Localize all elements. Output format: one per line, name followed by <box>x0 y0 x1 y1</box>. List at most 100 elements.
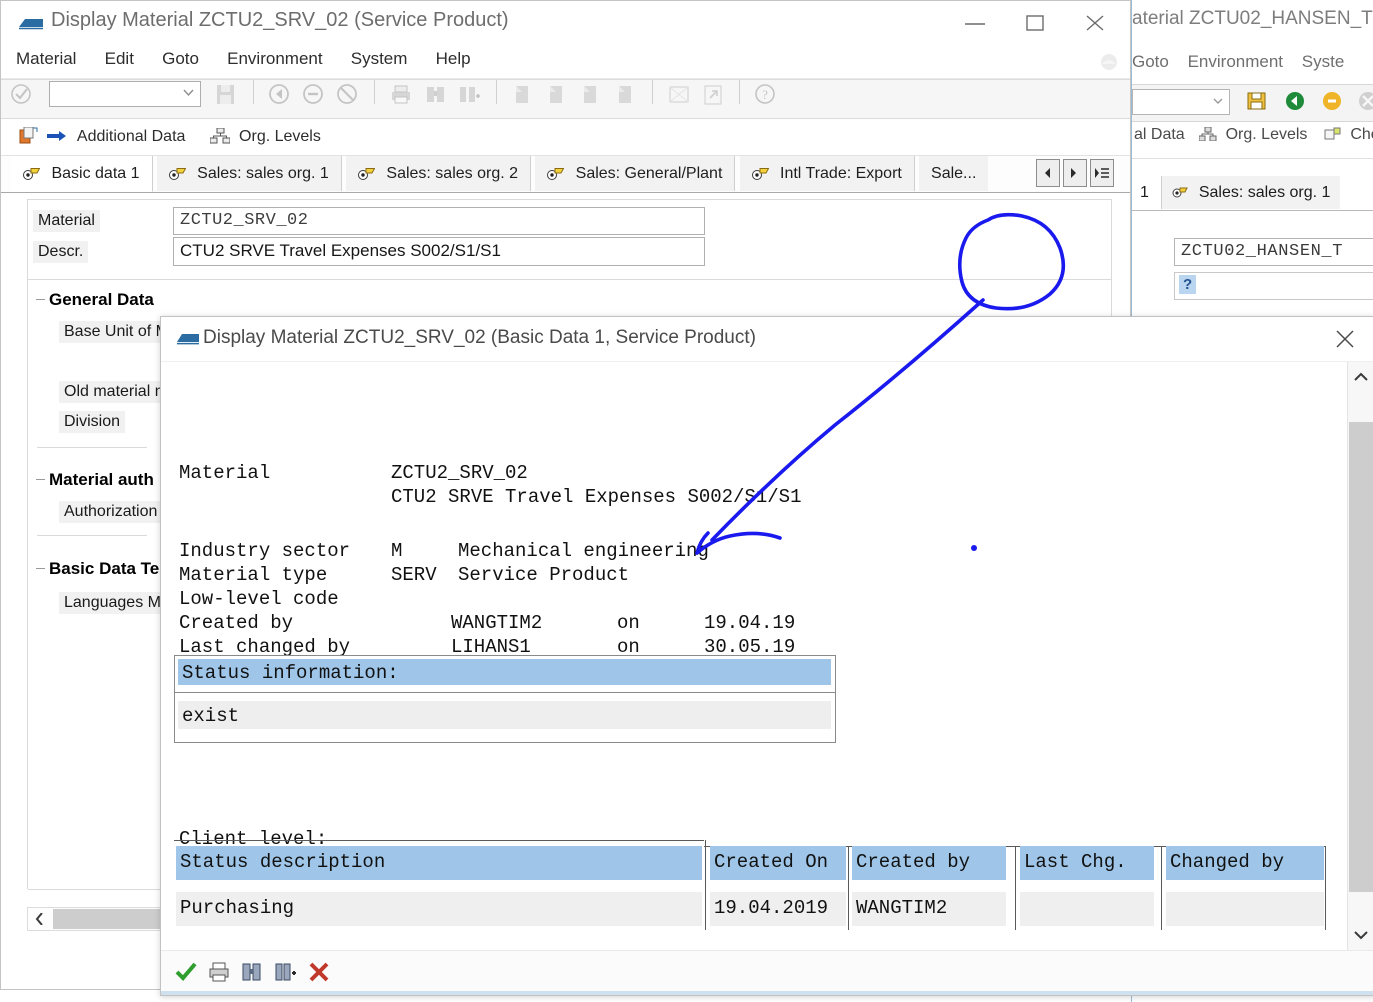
main-menubar: Material Edit Goto Environment System He… <box>1 46 1130 79</box>
dialog-close-button[interactable] <box>1324 319 1368 359</box>
label-descr: Descr. <box>33 241 89 263</box>
org-levels-icon <box>209 122 231 144</box>
check-enter-icon[interactable] <box>7 80 37 108</box>
status-table: Status description Created On Created by… <box>174 840 1326 930</box>
fn-additional-data[interactable]: Additional Data <box>19 119 185 155</box>
table-header-changed-by: Changed by <box>1166 846 1324 880</box>
command-field[interactable] <box>49 81 202 108</box>
last-page-icon[interactable] <box>611 80 641 108</box>
find-button[interactable] <box>241 961 263 983</box>
report-material-value: ZCTU2_SRV_02 <box>391 462 528 484</box>
print-button[interactable] <box>208 961 230 983</box>
menu-material[interactable]: Material <box>7 46 85 72</box>
table-header-created-on: Created On <box>710 846 846 880</box>
find-next-icon[interactable] <box>455 80 485 108</box>
report-low-level-code-label: Low-level code <box>179 588 339 610</box>
tab-sales-general-plant[interactable]: Sales: General/Plant <box>535 156 736 191</box>
menu-system[interactable]: System <box>342 46 417 72</box>
table-cell-created-by: WANGTIM2 <box>852 892 1006 926</box>
vertical-scroll-thumb[interactable] <box>1349 422 1373 892</box>
tab-basic-data-1-label: Basic data 1 <box>51 165 140 182</box>
tab-sales-sales-org-2[interactable]: Sales: sales org. 2 <box>345 156 532 191</box>
help-icon[interactable]: ? <box>751 80 781 108</box>
first-page-icon[interactable] <box>508 80 538 108</box>
print-icon[interactable] <box>386 80 416 108</box>
menu-environment[interactable]: Environment <box>218 46 331 72</box>
background-fn-org-levels[interactable]: Org. Levels <box>1226 126 1308 143</box>
tab-sales-sales-org-1[interactable]: Sales: sales org. 1 <box>156 156 342 191</box>
background-command-field[interactable] <box>1132 89 1230 115</box>
toolbar-separator <box>374 80 376 104</box>
tab-pencil-icon <box>547 167 568 184</box>
background-exit-icon[interactable] <box>1321 88 1347 112</box>
find-next-button[interactable] <box>275 961 297 983</box>
tab-basic-data-1[interactable]: Basic data 1 <box>11 156 153 192</box>
org-levels-icon <box>1198 126 1217 142</box>
back-icon[interactable] <box>265 80 295 108</box>
background-material-field[interactable]: ZCTU02_HANSEN_T <box>1174 238 1373 266</box>
cancel-button[interactable] <box>308 961 330 983</box>
report-created-by-label: Created by <box>179 612 294 634</box>
header-divider <box>28 279 1111 280</box>
dialog-vertical-scrollbar[interactable] <box>1347 362 1373 950</box>
tab-scroll-left-button[interactable] <box>1035 159 1060 187</box>
menu-goto[interactable]: Goto <box>153 46 208 72</box>
sap-gui-status-icon[interactable] <box>1096 50 1122 74</box>
background-menu-system[interactable]: Syste <box>1302 52 1345 71</box>
background-back-icon[interactable] <box>1284 88 1310 112</box>
dialog-title: Display Material ZCTU2_SRV_02 (Basic Dat… <box>203 327 756 348</box>
fn-org-levels[interactable]: Org. Levels <box>209 119 321 155</box>
tab-pencil-icon <box>357 167 379 184</box>
background-fn-check[interactable]: Che <box>1350 126 1373 143</box>
report-material-label: Material <box>179 462 271 484</box>
tab-sales-sales-org-2-label: Sales: sales org. 2 <box>386 165 519 182</box>
tab-sale-truncated[interactable]: Sale... <box>919 156 989 191</box>
create-shortcut-icon[interactable] <box>698 80 728 108</box>
background-description-field[interactable]: ? <box>1174 272 1373 300</box>
arrow-right-icon <box>47 120 67 142</box>
minimize-button[interactable] <box>945 1 1005 43</box>
cancel-icon[interactable] <box>333 80 363 108</box>
background-fn-additional-data[interactable]: al Data <box>1134 126 1185 143</box>
previous-page-icon[interactable] <box>542 80 572 108</box>
background-menu-environment[interactable]: Environment <box>1188 52 1283 71</box>
description-field[interactable]: CTU2 SRVE Travel Expenses S002/S1/S1 <box>173 237 705 266</box>
material-field[interactable]: ZCTU2_SRV_02 <box>173 207 705 235</box>
tab-pencil-icon <box>751 167 773 184</box>
tab-list-button[interactable] <box>1090 159 1114 187</box>
report-material-type-label: Material type <box>179 564 328 586</box>
close-button[interactable] <box>1065 1 1125 43</box>
background-cancel-icon[interactable] <box>1357 88 1373 112</box>
scroll-down-button[interactable] <box>1348 920 1373 950</box>
background-save-icon[interactable] <box>1246 88 1272 112</box>
tab-sales-sales-org-1-label: Sales: sales org. 1 <box>197 165 329 182</box>
find-icon[interactable] <box>421 80 451 108</box>
tab-scroll-right-button[interactable] <box>1062 159 1087 187</box>
table-column-separator <box>1015 846 1016 930</box>
report-created-on-date: 19.04.19 <box>704 612 796 634</box>
exit-icon[interactable] <box>299 80 329 108</box>
main-function-bar: Additional Data Org. Levels <box>1 119 1130 156</box>
tab-pencil-icon <box>168 167 190 184</box>
create-session-icon[interactable] <box>664 80 694 108</box>
tab-sales-general-plant-label: Sales: General/Plant <box>575 165 723 182</box>
menu-help[interactable]: Help <box>427 46 480 72</box>
background-menu-goto[interactable]: Goto <box>1132 52 1169 71</box>
continue-button[interactable] <box>175 961 197 983</box>
next-page-icon[interactable] <box>576 80 606 108</box>
report-industry-sector-label: Industry sector <box>179 540 351 562</box>
tab-pencil-icon <box>1172 177 1189 198</box>
menu-edit[interactable]: Edit <box>96 46 143 72</box>
section-divider-1 <box>37 447 147 448</box>
tab-intl-trade-export[interactable]: Intl Trade: Export <box>739 156 915 191</box>
save-icon[interactable] <box>211 80 241 108</box>
toolbar-separator <box>651 80 653 104</box>
background-tab-sales-org-1[interactable]: Sales: sales org. 1 <box>1161 176 1341 209</box>
toolbar-separator <box>739 80 741 104</box>
background-function-bar: al Data Org. Levels Che <box>1132 126 1373 159</box>
background-tab-basic-data-1[interactable]: 1 <box>1132 176 1157 209</box>
scroll-up-button[interactable] <box>1348 362 1373 392</box>
scroll-left-button[interactable] <box>28 908 52 930</box>
maximize-button[interactable] <box>1005 1 1065 43</box>
svg-text:?: ? <box>763 87 769 102</box>
